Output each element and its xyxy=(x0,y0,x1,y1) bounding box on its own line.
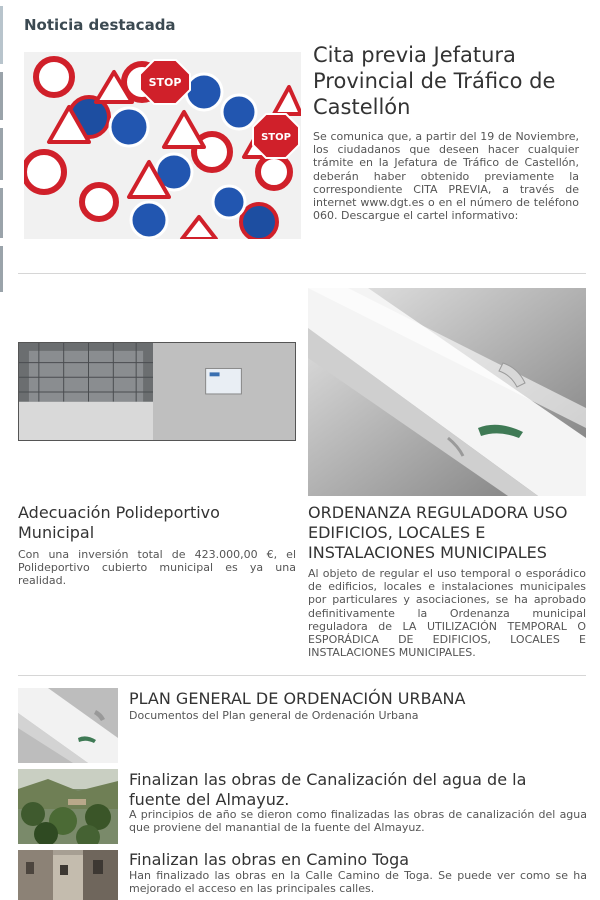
card-left-title[interactable]: Adecuación Polideportivo Municipal xyxy=(18,503,298,543)
list-item-thumbnail[interactable] xyxy=(18,769,118,844)
svg-text:STOP: STOP xyxy=(149,76,182,89)
list-item-title[interactable]: Finalizan las obras en Camino Toga xyxy=(129,850,589,870)
ordinance-image[interactable] xyxy=(308,288,586,496)
list-item-body: Documentos del Plan general de Ordenació… xyxy=(129,709,419,722)
card-left-body: Con una inversión total de 423.000,00 €,… xyxy=(18,548,296,588)
sports-hall-photo xyxy=(19,343,295,440)
divider xyxy=(18,273,586,274)
card-right-title[interactable]: ORDENANZA REGULADORA USO EDIFICIOS, LOCA… xyxy=(308,503,588,563)
featured-body: Se comunica que, a partir del 19 de Novi… xyxy=(313,130,579,223)
sports-hall-image[interactable] xyxy=(18,342,296,441)
divider xyxy=(18,675,586,676)
list-item-title[interactable]: Finalizan las obras de Canalización del … xyxy=(129,770,549,810)
street-thumbnail xyxy=(18,850,118,900)
traffic-signs-illustration: STOP STOP xyxy=(24,52,301,239)
list-item-thumbnail[interactable] xyxy=(18,850,118,900)
list-item-body: A principios de año se dieron como final… xyxy=(129,808,587,835)
list-item-body: Han finalizado las obras en la Calle Cam… xyxy=(129,869,587,896)
svg-text:STOP: STOP xyxy=(261,132,291,143)
paper-clips-photo xyxy=(308,288,586,496)
paper-clips-thumbnail xyxy=(18,688,118,763)
featured-title[interactable]: Cita previa Jefatura Provincial de Tráfi… xyxy=(313,42,578,120)
left-edge-bar xyxy=(0,0,3,295)
landscape-thumbnail xyxy=(18,769,118,844)
list-item-title[interactable]: PLAN GENERAL DE ORDENACIÓN URBANA xyxy=(129,689,589,709)
list-item-thumbnail[interactable] xyxy=(18,688,118,763)
section-title: Noticia destacada xyxy=(24,16,176,34)
featured-image[interactable]: STOP STOP xyxy=(24,52,301,239)
card-right-body: Al objeto de regular el uso temporal o e… xyxy=(308,567,586,660)
